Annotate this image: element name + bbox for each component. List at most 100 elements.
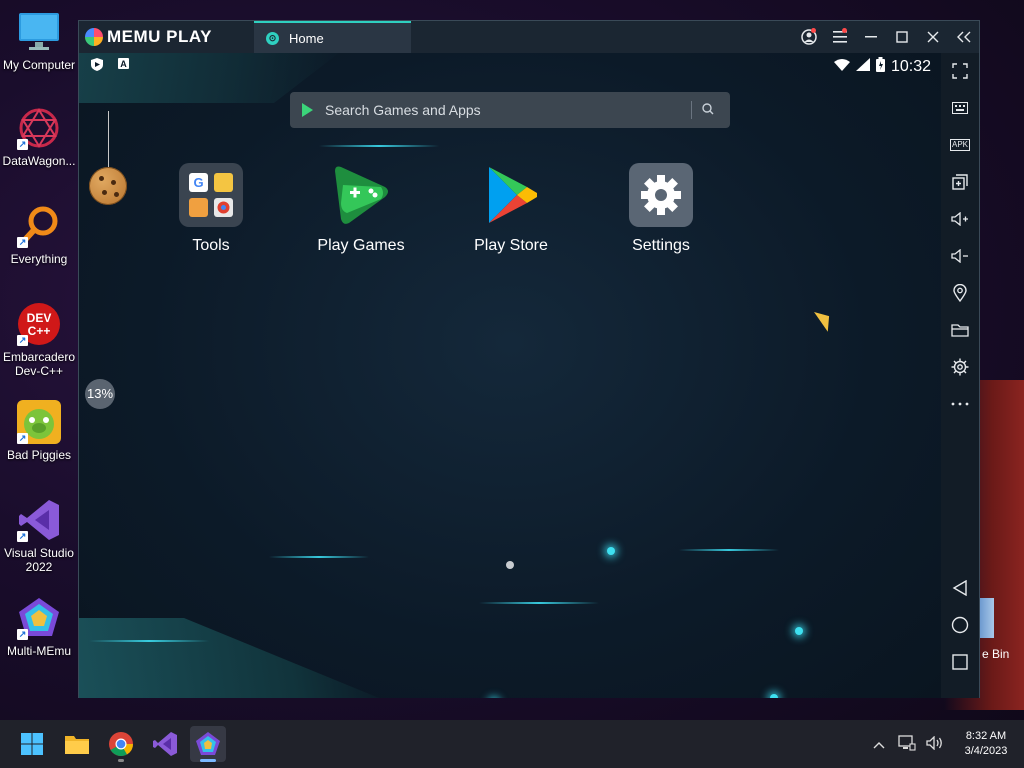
recycle-bin-icon[interactable] — [980, 598, 994, 638]
clock-time: 8:32 AM — [965, 730, 1007, 742]
shield-icon — [91, 58, 103, 71]
app-play-store[interactable]: Play Store — [456, 163, 566, 255]
battery-icon — [875, 57, 885, 77]
wallpaper-shape — [79, 618, 379, 698]
desktop-icon-label: Multi-MEmu — [6, 644, 71, 658]
settings-gear-icon — [629, 163, 693, 227]
visual-studio-icon: ↗ — [17, 498, 61, 542]
title-bar[interactable]: MEMU PLAY ⊙ Home — [79, 21, 979, 53]
minimize-button[interactable] — [855, 21, 886, 53]
visual-studio-taskbar-icon[interactable] — [147, 726, 183, 762]
memu-logo: MEMU PLAY — [85, 27, 212, 47]
app-label: Play Store — [474, 237, 548, 254]
menu-icon[interactable] — [824, 21, 855, 53]
location-icon[interactable] — [941, 278, 979, 308]
letter-a-icon: A — [117, 58, 129, 71]
wallpaper-glow — [319, 145, 439, 147]
wallpaper-glow — [607, 547, 615, 555]
recycle-bin-label: e Bin — [982, 647, 1010, 661]
chevron-up-icon[interactable] — [868, 737, 890, 752]
wallpaper-glow — [679, 549, 779, 551]
memu-logo-icon — [85, 28, 103, 46]
app-label: Play Games — [317, 237, 405, 254]
account-icon[interactable] — [793, 21, 824, 53]
clock-date: 3/4/2023 — [964, 745, 1008, 757]
desktop-icon-multi-memu[interactable]: ↗ Multi-MEmu — [0, 596, 78, 658]
fullscreen-icon[interactable] — [941, 56, 979, 86]
notification-dot — [842, 28, 847, 33]
back-icon[interactable] — [941, 573, 979, 603]
search-icon[interactable] — [702, 102, 722, 118]
desktop-icon-my-computer[interactable]: My Computer — [0, 10, 78, 72]
chrome-icon[interactable] — [103, 726, 139, 762]
cookie-icon[interactable] — [89, 167, 127, 205]
status-time: 10:32 — [890, 58, 931, 75]
desktop-icon-label: Visual Studio 2022 — [4, 546, 74, 574]
recents-icon[interactable] — [941, 647, 979, 677]
start-button[interactable] — [14, 726, 50, 762]
collapse-sidebar-icon[interactable] — [948, 21, 979, 53]
desktop-icon-label: DataWagon... — [2, 154, 76, 168]
window-controls — [793, 21, 979, 53]
memu-taskbar-icon[interactable] — [190, 726, 226, 762]
shortcut-arrow-icon: ↗ — [17, 531, 28, 542]
apk-icon[interactable]: APK — [941, 130, 979, 160]
maximize-button[interactable] — [886, 21, 917, 53]
android-screen[interactable]: A 10:32 Search Games and Apps G Tools Pl… — [79, 53, 941, 698]
cookie-string — [108, 111, 109, 169]
search-input[interactable] — [323, 101, 687, 119]
app-label: Tools — [192, 237, 230, 254]
page-indicator-dot — [506, 561, 514, 569]
desktop-icon-visual-studio[interactable]: ↗ Visual Studio 2022 — [0, 498, 78, 574]
progress-indicator[interactable]: 13% — [85, 379, 115, 409]
shortcut-arrow-icon: ↗ — [17, 629, 28, 640]
volume-up-icon[interactable] — [941, 204, 979, 234]
taskbar-clock[interactable]: 8:32 AM 3/4/2023 — [952, 729, 1020, 759]
network-icon[interactable] — [896, 734, 918, 754]
tools-folder-icon: G — [179, 163, 243, 227]
running-indicator — [118, 759, 124, 762]
volume-icon[interactable] — [924, 734, 946, 753]
desktop-icon-datawagon[interactable]: ↗ DataWagon... — [0, 106, 78, 168]
shortcut-arrow-icon: ↗ — [17, 139, 28, 150]
search-bar[interactable] — [290, 92, 730, 128]
desktop-icon-label: Embarcadero Dev-C++ — [2, 350, 76, 378]
folder-icon[interactable] — [941, 315, 979, 345]
desktop-icon-bad-piggies[interactable]: ↗ Bad Piggies — [0, 400, 78, 462]
tab-home[interactable]: ⊙ Home — [254, 21, 411, 53]
close-button[interactable] — [917, 21, 948, 53]
home-tab-icon: ⊙ — [266, 31, 279, 45]
desktop-icon-label: Everything — [10, 252, 68, 266]
bad-piggies-icon: ↗ — [17, 400, 61, 444]
keyboard-icon[interactable] — [941, 93, 979, 123]
desktop-icon-label: Bad Piggies — [6, 448, 72, 462]
more-icon[interactable] — [941, 389, 979, 419]
wallpaper-glow — [269, 556, 369, 558]
app-tools[interactable]: G Tools — [156, 163, 266, 255]
shortcut-arrow-icon: ↗ — [17, 335, 28, 346]
datawagon-icon: ↗ — [17, 106, 61, 150]
notification-dot — [811, 28, 816, 33]
search-divider — [691, 101, 692, 119]
wallpaper-glow — [795, 627, 803, 635]
right-toolbar: APK — [941, 53, 979, 698]
desktop-icon-everything[interactable]: ↗ Everything — [0, 204, 78, 266]
app-settings[interactable]: Settings — [606, 163, 716, 255]
svg-text:C++: C++ — [28, 324, 51, 338]
mouse-cursor-icon — [814, 306, 836, 332]
magnifier-icon: ↗ — [17, 204, 61, 248]
memu-logo-text: MEMU PLAY — [107, 27, 212, 46]
home-icon[interactable] — [941, 610, 979, 640]
monitor-icon — [17, 10, 61, 54]
memu-window: MEMU PLAY ⊙ Home A 10:32 Search Games an… — [78, 20, 980, 698]
gear-icon[interactable] — [941, 352, 979, 382]
svg-text:A: A — [120, 59, 127, 69]
apk-label: APK — [949, 139, 970, 151]
desktop-icon-label: My Computer — [2, 58, 76, 72]
volume-down-icon[interactable] — [941, 241, 979, 271]
file-explorer-icon[interactable] — [59, 726, 95, 762]
app-play-games[interactable]: Play Games — [306, 163, 416, 255]
desktop-icon-devcpp[interactable]: DEV C++ ↗ Embarcadero Dev-C++ — [0, 302, 78, 378]
devcpp-icon: DEV C++ ↗ — [17, 302, 61, 346]
multi-window-icon[interactable] — [941, 167, 979, 197]
